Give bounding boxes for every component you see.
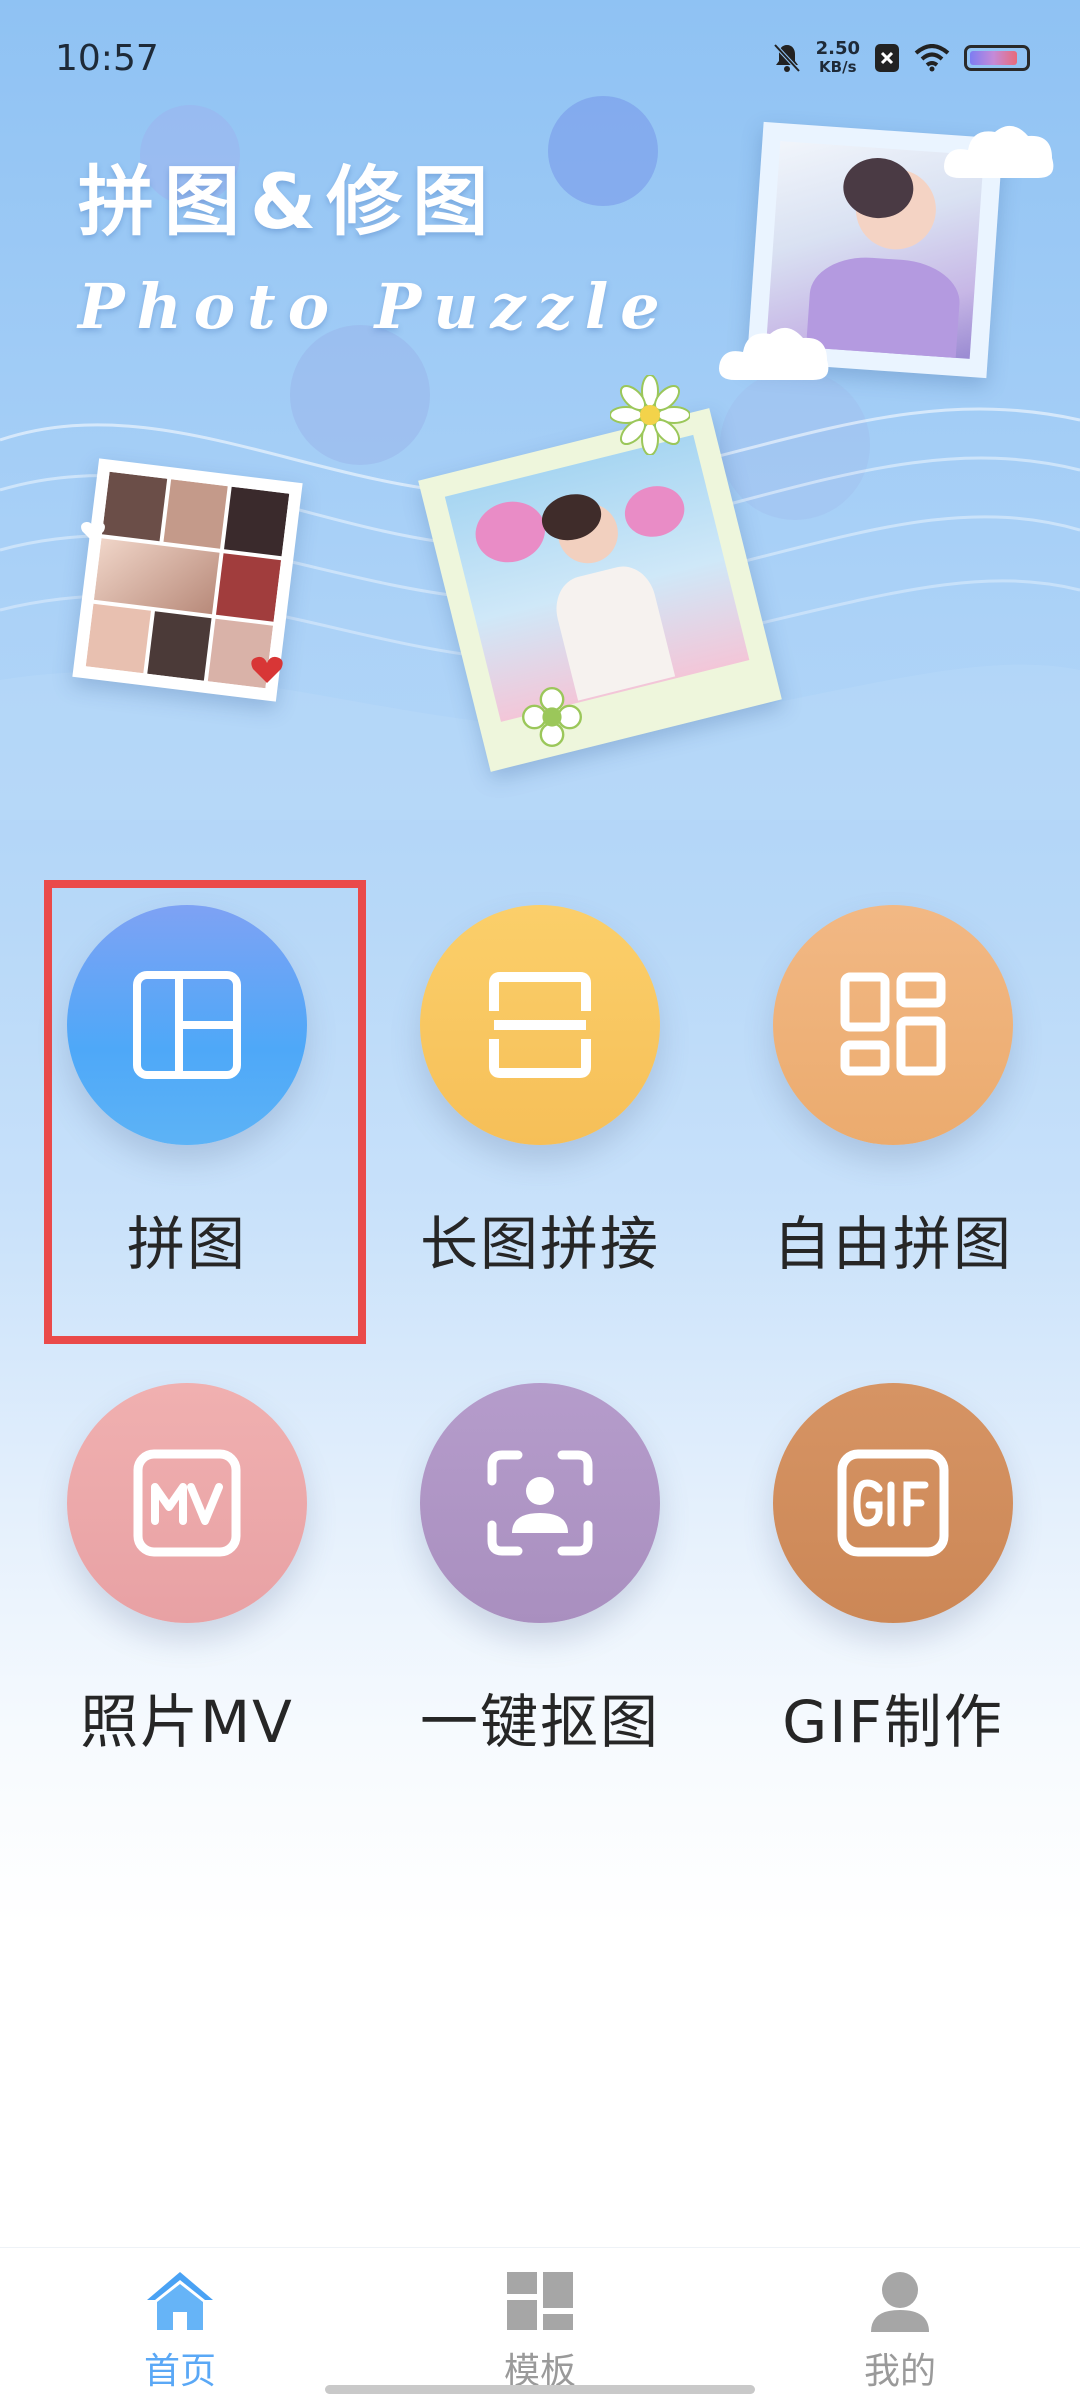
feature-gif-maker[interactable]: GIF制作: [723, 1383, 1063, 1759]
banner-subtitle: Photo Puzzle: [78, 270, 672, 343]
hero-banner: 拼图&修图 Photo Puzzle: [0, 0, 1080, 840]
feature-free-collage[interactable]: 自由拼图: [723, 905, 1063, 1281]
feature-one-click-cutout[interactable]: 一键抠图: [370, 1383, 710, 1759]
home-icon: [147, 2272, 213, 2330]
face-scan-icon[interactable]: [420, 1383, 660, 1623]
banner-title: 拼图&修图: [78, 157, 499, 246]
heart-icon: [251, 656, 283, 683]
flower-icon: [610, 375, 690, 455]
cloud-icon: [944, 125, 1054, 178]
mv-icon[interactable]: [67, 1383, 307, 1623]
feature-label: 长图拼接: [419, 1210, 660, 1278]
feature-label: 拼图: [126, 1210, 247, 1278]
feature-label: 照片MV: [80, 1688, 294, 1756]
gif-icon[interactable]: [773, 1383, 1013, 1623]
long-image-stitch-icon[interactable]: [420, 905, 660, 1145]
tab-label: 我的: [863, 2351, 936, 2392]
bottom-tab-bar: 首页 模板 我的: [0, 2247, 1080, 2408]
tab-label: 首页: [143, 2351, 216, 2392]
feature-label: 自由拼图: [772, 1210, 1013, 1278]
feature-long-image-stitch[interactable]: 长图拼接: [370, 905, 710, 1281]
decor-bubble: [548, 96, 658, 206]
tab-profile[interactable]: 我的: [800, 2270, 1000, 2394]
free-collage-icon[interactable]: [773, 905, 1013, 1145]
profile-icon: [871, 2272, 929, 2332]
feature-photo-mv[interactable]: 照片MV: [17, 1383, 357, 1759]
feature-puzzle[interactable]: 拼图: [17, 905, 357, 1281]
grid-layout-icon[interactable]: [67, 905, 307, 1145]
tab-templates[interactable]: 模板: [440, 2270, 640, 2394]
heart-icon: [81, 521, 105, 542]
feature-label: 一键抠图: [419, 1688, 660, 1756]
flower-icon: [522, 687, 582, 747]
home-indicator[interactable]: [325, 2385, 755, 2394]
feature-label: GIF制作: [782, 1688, 1004, 1756]
cloud-icon: [719, 327, 829, 380]
template-icon: [507, 2272, 573, 2330]
tab-home[interactable]: 首页: [80, 2270, 280, 2394]
